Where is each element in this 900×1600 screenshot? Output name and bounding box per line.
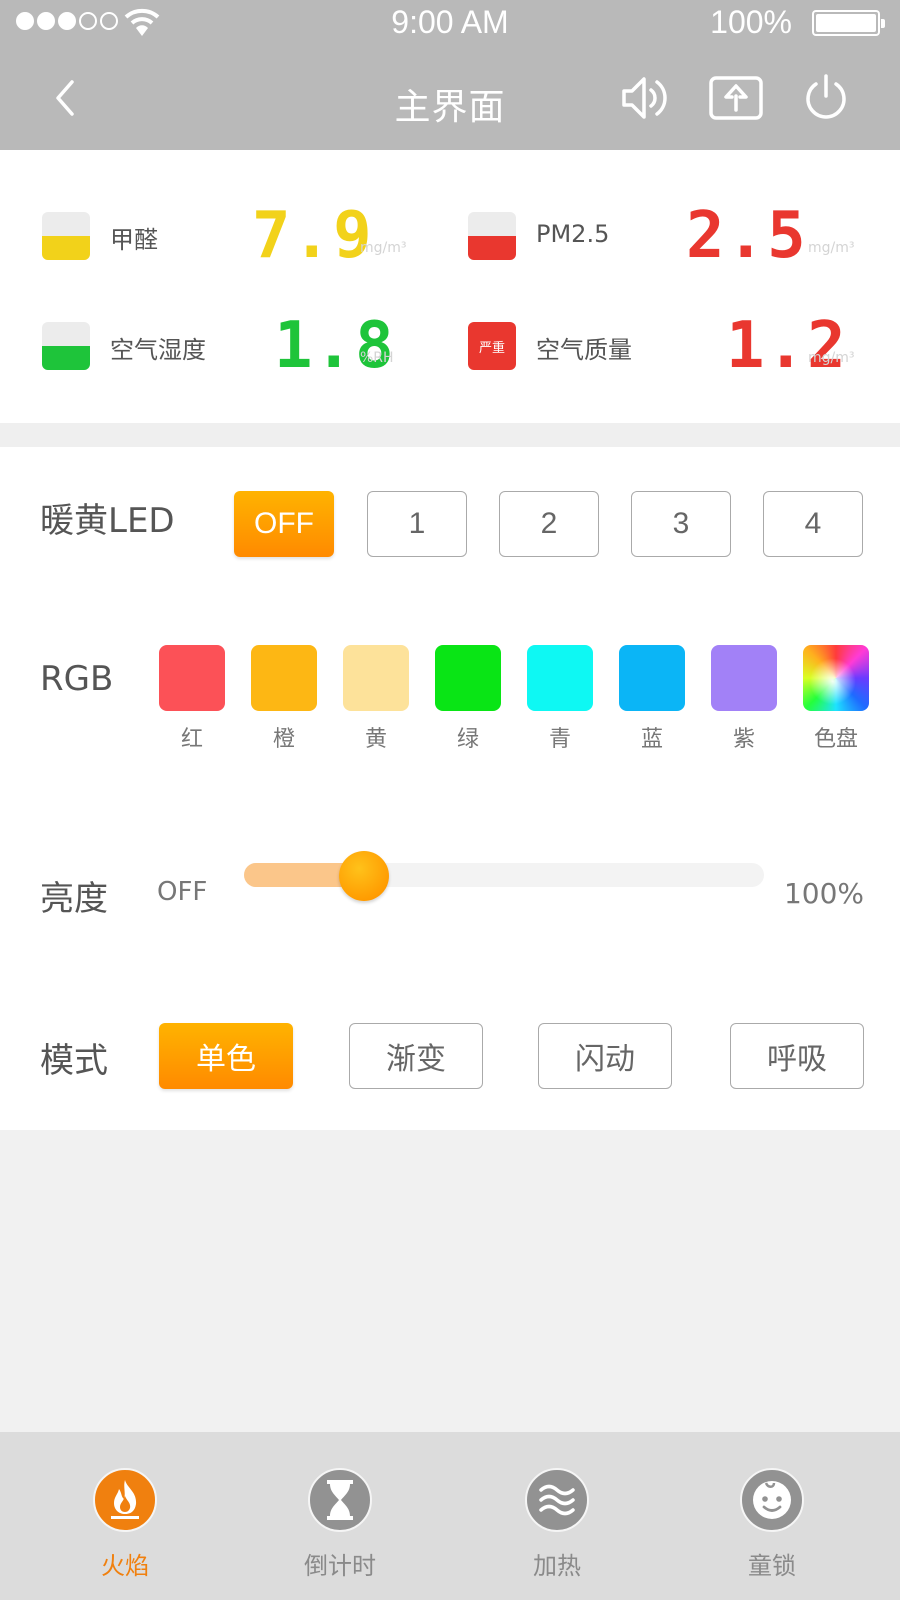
brightness-slider[interactable]: [244, 851, 764, 901]
sensor-value: 2.5: [686, 199, 808, 273]
swatch-label: 红: [180, 727, 203, 752]
rgb-swatch-button[interactable]: [251, 645, 317, 711]
rgb-swatch-button[interactable]: [527, 645, 593, 711]
tab-label: 倒计时: [304, 1552, 376, 1580]
humidity-gauge-icon: [42, 322, 90, 370]
rgb-swatch-button[interactable]: [159, 645, 225, 711]
swatch-label: 黄: [364, 727, 387, 752]
sensor-unit: mg/m³: [808, 350, 855, 366]
tab-flame[interactable]: 火焰: [25, 1432, 225, 1600]
bottom-tab-bar: 火焰 倒计时 加热 童锁: [0, 1432, 900, 1600]
mode-flash-button[interactable]: 闪动: [538, 1023, 672, 1089]
tab-label: 童锁: [748, 1552, 796, 1580]
sensor-label: 甲醛: [110, 226, 158, 254]
battery-percent: 100%: [710, 4, 792, 40]
warm-led-level-3-button[interactable]: 3: [631, 491, 731, 557]
swatch-label: 绿: [456, 727, 479, 752]
swatch-label: 紫: [732, 727, 755, 752]
brightness-slider-thumb[interactable]: [338, 851, 389, 901]
power-icon[interactable]: [800, 72, 852, 124]
tab-label: 火焰: [101, 1552, 149, 1580]
warm-led-level-1-button[interactable]: 1: [367, 491, 467, 557]
swatch-label: 色盘: [813, 727, 858, 752]
warm-led-label: 暖黄LED: [40, 501, 175, 541]
sensor-label: 空气质量: [536, 336, 632, 364]
tab-child-lock[interactable]: 童锁: [672, 1432, 872, 1600]
sensor-humidity: 空气湿度 1.8 %RH: [42, 314, 422, 378]
tab-heating[interactable]: 加热: [457, 1432, 657, 1600]
rgb-swatch-button[interactable]: [711, 645, 777, 711]
sensor-value: 7.9: [252, 199, 374, 273]
sound-icon[interactable]: [618, 72, 670, 124]
brightness-min-label: OFF: [157, 877, 208, 907]
controls-panel: 暖黄LED OFF 1 2 3 4 RGB 红 橙 黄 绿 青 蓝 紫 色盘 亮度 OFF 1…: [0, 447, 900, 1130]
sensor-label: PM2.5: [536, 220, 610, 248]
rgb-swatch-button[interactable]: [435, 645, 501, 711]
sensor-pm25: PM2.5 2.5 mg/m³: [468, 204, 868, 268]
hourglass-icon: [308, 1468, 372, 1532]
upload-icon[interactable]: [708, 72, 764, 124]
sensor-unit: %RH: [360, 350, 394, 366]
tab-label: 加热: [533, 1552, 581, 1580]
formaldehyde-gauge-icon: [42, 212, 90, 260]
severity-badge: 严重: [468, 322, 516, 370]
brightness-label: 亮度: [40, 879, 108, 919]
pm25-gauge-icon: [468, 212, 516, 260]
warm-led-off-button[interactable]: OFF: [234, 491, 334, 557]
child-face-icon: [740, 1468, 804, 1532]
sensor-air-quality: 严重 空气质量 1.2 mg/m³: [468, 314, 868, 378]
swatch-label: 蓝: [640, 727, 663, 752]
top-bar: 9:00 AM 100% 主界面: [0, 0, 900, 150]
nav-bar: 主界面: [0, 60, 900, 140]
rgb-swatch-button[interactable]: [343, 645, 409, 711]
sensor-unit: mg/m³: [808, 240, 855, 256]
tab-countdown[interactable]: 倒计时: [240, 1432, 440, 1600]
brightness-max-label: 100%: [783, 877, 864, 910]
warm-led-level-4-button[interactable]: 4: [763, 491, 863, 557]
status-bar: 9:00 AM 100%: [0, 0, 900, 46]
mode-label: 模式: [40, 1041, 108, 1081]
warm-led-level-2-button[interactable]: 2: [499, 491, 599, 557]
swatch-label: 青: [548, 727, 571, 752]
rgb-swatch-button[interactable]: [619, 645, 685, 711]
sensor-label: 空气湿度: [110, 336, 206, 364]
rgb-label: RGB: [40, 659, 114, 699]
sensor-value: 1.8: [274, 309, 396, 383]
mode-solid-button[interactable]: 单色: [159, 1023, 293, 1089]
color-wheel-button[interactable]: [803, 645, 869, 711]
section-divider: [0, 423, 900, 447]
page-title: 主界面: [394, 87, 506, 128]
flame-icon: [93, 1468, 157, 1532]
mode-gradient-button[interactable]: 渐变: [349, 1023, 483, 1089]
sensor-formaldehyde: 甲醛 7.9 mg/m³: [42, 204, 422, 268]
sensor-unit: mg/m³: [360, 240, 407, 256]
swatch-label: 橙: [272, 727, 295, 752]
sensor-panel: 甲醛 7.9 mg/m³ PM2.5 2.5 mg/m³ 空气湿度 1.8 %R…: [0, 150, 900, 423]
heat-waves-icon: [525, 1468, 589, 1532]
battery-icon: [812, 10, 885, 36]
mode-breathe-button[interactable]: 呼吸: [730, 1023, 864, 1089]
sensor-value: 1.2: [726, 309, 848, 383]
